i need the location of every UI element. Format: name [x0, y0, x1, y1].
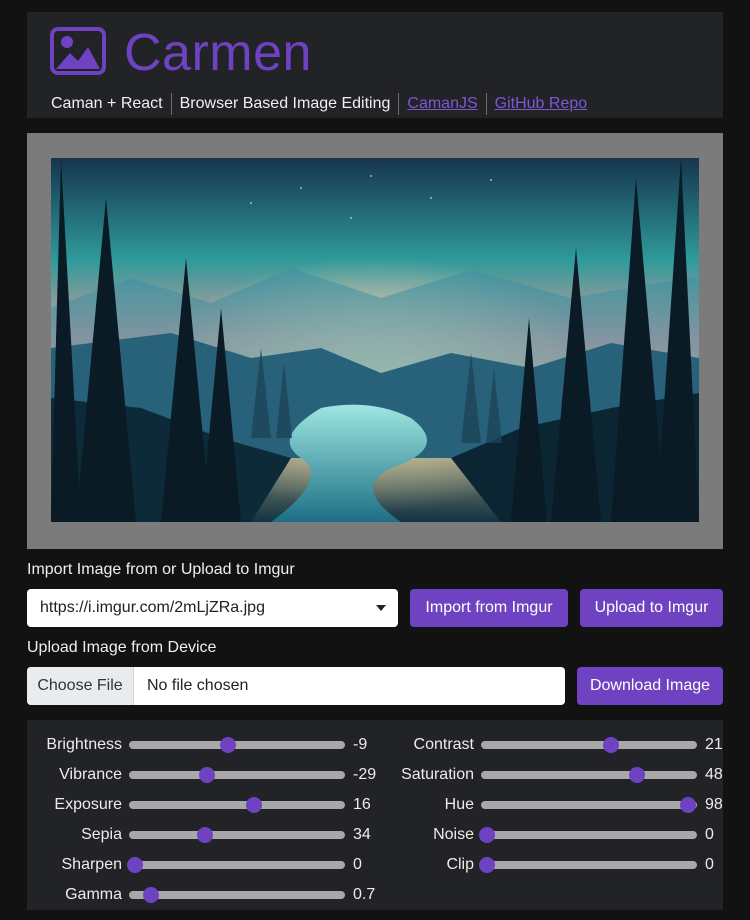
slider-label: Saturation	[401, 766, 474, 783]
app-header: Carmen Caman + React Browser Based Image…	[27, 12, 723, 118]
slider-noise: Noise 0	[389, 824, 729, 846]
slider-value: 0.7	[353, 886, 376, 903]
camanjs-link[interactable]: CamanJS	[398, 93, 485, 115]
slider-value: 16	[353, 796, 371, 813]
nav-caman-react: Caman + React	[51, 95, 163, 112]
adjustment-sliders-panel: Brightness -9 Vibrance -29 Exposure 16 Sepia 34…	[27, 720, 723, 910]
slider-track[interactable]	[129, 797, 345, 813]
slider-label: Exposure	[54, 796, 122, 813]
slider-contrast: Contrast 21	[389, 734, 729, 756]
slider-value: 48	[705, 766, 723, 783]
slider-track[interactable]	[481, 797, 697, 813]
slider-label: Noise	[433, 826, 474, 843]
slider-label: Contrast	[413, 736, 474, 753]
import-section-label: Import Image from or Upload to Imgur	[27, 561, 295, 578]
upload-to-imgur-button[interactable]: Upload to Imgur	[580, 589, 723, 627]
slider-gamma: Gamma 0.7	[37, 884, 377, 906]
slider-track[interactable]	[129, 767, 345, 783]
github-repo-link[interactable]: GitHub Repo	[485, 93, 596, 115]
caret-down-icon	[376, 605, 386, 611]
imgur-url-select[interactable]: https://i.imgur.com/2mLjZRa.jpg	[27, 589, 398, 627]
imgur-url-value: https://i.imgur.com/2mLjZRa.jpg	[40, 599, 265, 616]
slider-thumb[interactable]	[479, 857, 496, 873]
device-section-label: Upload Image from Device	[27, 639, 217, 656]
slider-exposure: Exposure 16	[37, 794, 377, 816]
slider-thumb[interactable]	[479, 827, 496, 843]
slider-saturation: Saturation 48	[389, 764, 729, 786]
slider-label: Sepia	[81, 826, 122, 843]
slider-thumb[interactable]	[127, 857, 144, 873]
slider-label: Vibrance	[59, 766, 122, 783]
slider-label: Brightness	[46, 736, 122, 753]
slider-clip: Clip 0	[389, 854, 729, 876]
slider-value: 0	[705, 856, 714, 873]
slider-track[interactable]	[129, 827, 345, 843]
slider-thumb[interactable]	[196, 827, 213, 843]
slider-thumb[interactable]	[602, 737, 619, 753]
slider-brightness: Brightness -9	[37, 734, 377, 756]
file-input[interactable]: Choose File No file chosen	[27, 667, 565, 705]
download-image-button[interactable]: Download Image	[577, 667, 723, 705]
slider-sharpen: Sharpen 0	[37, 854, 377, 876]
slider-value: 0	[705, 826, 714, 843]
slider-track[interactable]	[479, 857, 697, 873]
image-canvas-area	[27, 133, 723, 549]
nav-tagline: Browser Based Image Editing	[170, 93, 399, 115]
choose-file-button[interactable]: Choose File	[27, 667, 134, 705]
slider-track[interactable]	[481, 767, 697, 783]
slider-thumb[interactable]	[142, 887, 159, 903]
slider-thumb[interactable]	[628, 767, 645, 783]
slider-vibrance: Vibrance -29	[37, 764, 377, 786]
slider-value: 34	[353, 826, 371, 843]
slider-track[interactable]	[127, 857, 345, 873]
slider-track[interactable]	[481, 737, 697, 753]
slider-thumb[interactable]	[198, 767, 215, 783]
slider-value: 21	[705, 736, 723, 753]
slider-thumb[interactable]	[680, 797, 697, 813]
slider-track[interactable]	[129, 737, 345, 753]
slider-label: Gamma	[65, 886, 122, 903]
file-status: No file chosen	[147, 677, 249, 694]
image-icon	[50, 27, 106, 75]
app-title: Carmen	[124, 24, 312, 82]
header-nav: Caman + React Browser Based Image Editin…	[51, 92, 595, 116]
import-from-imgur-button[interactable]: Import from Imgur	[410, 589, 568, 627]
slider-track[interactable]	[129, 887, 345, 903]
slider-thumb[interactable]	[246, 797, 263, 813]
slider-label: Clip	[446, 856, 474, 873]
edited-image	[51, 158, 699, 522]
slider-value: 98	[705, 796, 723, 813]
slider-sepia: Sepia 34	[37, 824, 377, 846]
slider-value: 0	[353, 856, 362, 873]
slider-hue: Hue 98	[389, 794, 729, 816]
slider-label: Sharpen	[61, 856, 123, 873]
slider-label: Hue	[444, 796, 474, 813]
slider-track[interactable]	[479, 827, 697, 843]
slider-thumb[interactable]	[220, 737, 237, 753]
slider-value: -9	[353, 736, 368, 753]
slider-value: -29	[353, 766, 377, 783]
